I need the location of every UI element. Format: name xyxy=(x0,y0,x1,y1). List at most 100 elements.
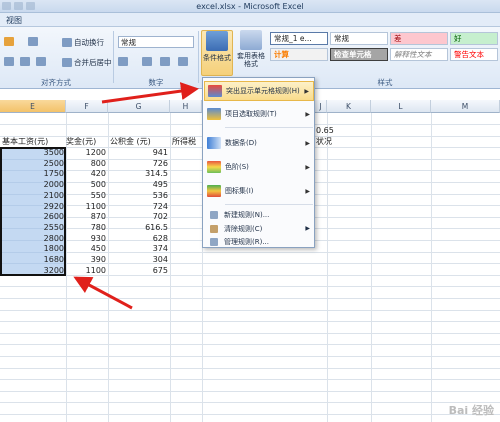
style-explanatory[interactable]: 解释性文本 xyxy=(390,48,448,61)
conditional-format-icon xyxy=(206,31,228,51)
currency-button[interactable] xyxy=(118,57,128,66)
number-format-select[interactable]: 常规 xyxy=(118,36,194,48)
icon-sets-icon xyxy=(207,185,221,197)
column-header-m[interactable]: M xyxy=(431,100,500,113)
column-header-k[interactable]: K xyxy=(327,100,371,113)
table-cell[interactable]: 495 xyxy=(108,179,168,190)
table-cell[interactable]: 536 xyxy=(108,190,168,201)
window-title: excel.xlsx - Microsoft Excel xyxy=(196,2,304,11)
align-left-button[interactable] xyxy=(4,57,14,66)
format-as-table-button[interactable]: 套用表格格式 xyxy=(234,30,268,68)
table-cell[interactable]: 3200 xyxy=(0,265,64,276)
table-cell[interactable]: 1680 xyxy=(0,254,64,265)
arrow-to-selection xyxy=(73,276,133,310)
align-center-button[interactable] xyxy=(20,57,30,66)
grid-line xyxy=(0,344,500,345)
table-cell[interactable]: 450 xyxy=(66,243,106,254)
column-header-e[interactable]: E xyxy=(0,100,66,113)
tab-view[interactable]: 视图 xyxy=(6,15,22,26)
table-cell[interactable]: 374 xyxy=(108,243,168,254)
style-bad[interactable]: 差 xyxy=(390,32,448,45)
table-cell[interactable]: 702 xyxy=(108,211,168,222)
menu-item-highlight-rules[interactable]: 突出显示单元格规则(H) ▶ xyxy=(204,81,314,101)
table-cell[interactable]: 2550 xyxy=(0,222,64,233)
decrease-indent-button[interactable] xyxy=(36,57,46,66)
cell-bonus-header[interactable]: 奖金(元) xyxy=(66,136,96,147)
grid-line xyxy=(0,321,500,322)
grid-line xyxy=(0,298,500,299)
menu-item-top-bottom-rules[interactable]: 项目选取规则(T) ▶ xyxy=(204,104,314,124)
style-normal[interactable]: 常规 xyxy=(330,32,388,45)
style-check-cell[interactable]: 检查单元格 xyxy=(330,48,388,61)
menu-item-color-scales[interactable]: 色阶(S) ▶ xyxy=(204,157,314,177)
grid-line xyxy=(0,368,500,369)
style-normal-1[interactable]: 常规_1 e... xyxy=(270,32,328,45)
new-rule-icon xyxy=(210,210,218,219)
clear-rules-icon xyxy=(210,224,218,233)
grid-line xyxy=(0,414,500,415)
table-cell[interactable]: 675 xyxy=(108,265,168,276)
menu-item-clear-rules[interactable]: 清除规则(C) ▶ xyxy=(204,222,314,235)
decimal-button[interactable] xyxy=(178,57,188,66)
column-header-h[interactable]: H xyxy=(170,100,202,113)
cell-housing-header[interactable]: 公积金 (元) xyxy=(110,136,151,147)
conditional-format-button[interactable]: 条件格式 xyxy=(201,30,233,76)
top-bottom-icon xyxy=(207,108,221,120)
table-cell[interactable]: 314.5 xyxy=(108,168,168,179)
table-cell[interactable]: 390 xyxy=(66,254,106,265)
column-header-j[interactable]: J xyxy=(315,100,327,113)
comma-button[interactable] xyxy=(160,57,170,66)
table-cell[interactable]: 1100 xyxy=(66,265,106,276)
table-cell[interactable]: 870 xyxy=(66,211,106,222)
table-cell[interactable]: 420 xyxy=(66,168,106,179)
menu-item-icon-sets[interactable]: 图标集(I) ▶ xyxy=(204,181,314,201)
table-cell[interactable]: 1200 xyxy=(66,147,106,158)
cell-j-value[interactable]: 0.65 xyxy=(316,125,334,136)
style-good[interactable]: 好 xyxy=(450,32,498,45)
table-icon xyxy=(240,30,262,50)
style-calculation[interactable]: 计算 xyxy=(270,48,328,61)
cell-status-header[interactable]: 状况 xyxy=(316,136,332,147)
table-cell[interactable]: 2100 xyxy=(0,190,64,201)
grid-line xyxy=(0,402,500,403)
menu-item-data-bars[interactable]: 数据条(D) ▶ xyxy=(204,133,314,153)
grid-line xyxy=(0,333,500,334)
cell-salary-header[interactable]: 基本工资(元) xyxy=(2,136,48,147)
cell-tax-header[interactable]: 所得税 xyxy=(172,136,196,147)
table-cell[interactable]: 2600 xyxy=(0,211,64,222)
table-cell[interactable]: 780 xyxy=(66,222,106,233)
table-cell[interactable]: 304 xyxy=(108,254,168,265)
merge-center-button[interactable]: 合并后居中 xyxy=(62,57,112,68)
column-header-f[interactable]: F xyxy=(66,100,108,113)
table-cell[interactable]: 2000 xyxy=(0,179,64,190)
menu-item-manage-rules[interactable]: 管理规则(R)... xyxy=(204,235,314,248)
conditional-format-menu: 突出显示单元格规则(H) ▶ 项目选取规则(T) ▶ 数据条(D) ▶ 色阶(S) ▶ … xyxy=(202,77,315,248)
highlight-rules-icon xyxy=(208,85,222,97)
data-bars-icon xyxy=(207,137,221,149)
percent-button[interactable] xyxy=(142,57,152,66)
column-header-g[interactable]: G xyxy=(108,100,170,113)
table-cell[interactable]: 1800 xyxy=(0,243,64,254)
table-cell[interactable]: 616.5 xyxy=(108,222,168,233)
table-cell[interactable]: 3500 xyxy=(0,147,64,158)
style-warning[interactable]: 警告文本 xyxy=(450,48,498,61)
grid-line xyxy=(0,356,500,357)
orientation-button[interactable] xyxy=(28,37,38,46)
table-cell[interactable]: 500 xyxy=(66,179,106,190)
align-top-button[interactable] xyxy=(4,37,14,46)
menu-row: 视图 xyxy=(0,13,500,27)
wrap-text-button[interactable]: 自动换行 xyxy=(62,37,104,48)
column-header-l[interactable]: L xyxy=(371,100,431,113)
menu-item-new-rule[interactable]: 新建规则(N)... xyxy=(204,208,314,221)
table-cell[interactable]: 941 xyxy=(108,147,168,158)
manage-rules-icon xyxy=(210,237,218,246)
table-cell[interactable]: 550 xyxy=(66,190,106,201)
number-group-label: 数字 xyxy=(148,78,164,87)
title-bar: excel.xlsx - Microsoft Excel xyxy=(0,0,500,13)
watermark: Bai 经验 xyxy=(448,404,494,417)
color-scales-icon xyxy=(207,161,221,173)
table-cell[interactable]: 1750 xyxy=(0,168,64,179)
alignment-group-label: 对齐方式 xyxy=(41,78,71,87)
grid-line xyxy=(0,310,500,311)
grid-line xyxy=(0,379,500,380)
